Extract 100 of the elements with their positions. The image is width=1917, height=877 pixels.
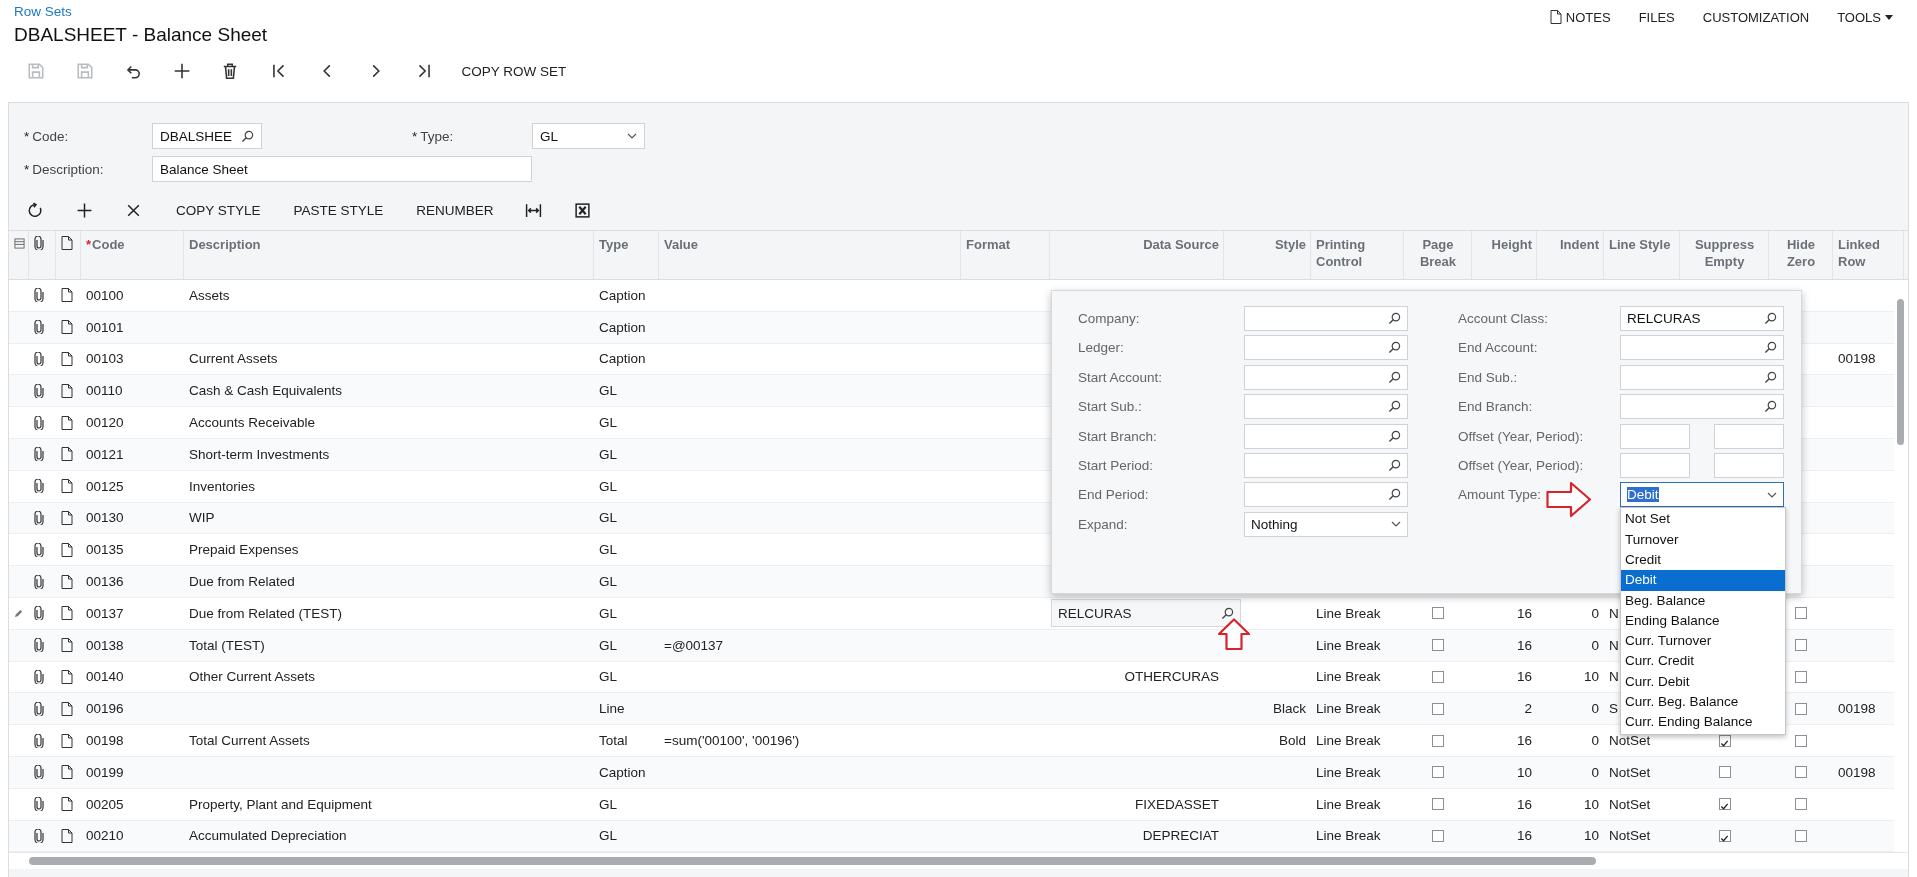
table-cell: =sum('00100', '00196'): [664, 733, 800, 749]
input-field[interactable]: [1620, 452, 1690, 478]
table-cell: 00103: [86, 351, 124, 367]
checkbox[interactable]: [1432, 829, 1444, 842]
column-header[interactable]: Type: [599, 236, 654, 253]
search-icon: [1764, 400, 1777, 414]
lookup-field[interactable]: [1244, 482, 1408, 508]
lookup-field[interactable]: [1620, 364, 1784, 390]
select-field[interactable]: GL: [532, 123, 645, 149]
checkbox[interactable]: [1432, 702, 1444, 715]
paperclip-icon: [34, 320, 44, 335]
checkbox[interactable]: [1795, 702, 1807, 715]
checkbox[interactable]: [1718, 766, 1731, 779]
column-header[interactable]: Style: [1229, 236, 1306, 253]
checkbox[interactable]: [1795, 734, 1807, 747]
checkbox[interactable]: [1432, 766, 1444, 779]
breadcrumb-link[interactable]: Row Sets: [14, 4, 268, 20]
checkbox[interactable]: [1718, 829, 1731, 842]
input-field[interactable]: [1620, 423, 1690, 449]
dropdown-option[interactable]: Beg. Balance: [1621, 590, 1785, 611]
checkbox[interactable]: [1795, 829, 1807, 842]
dropdown-option[interactable]: Debit: [1621, 570, 1785, 591]
lookup-field[interactable]: [1244, 335, 1408, 361]
table-cell: 16: [1516, 637, 1532, 653]
chevron-down-icon: [1767, 491, 1777, 498]
toolbar-button[interactable]: RENUMBER: [408, 196, 502, 224]
dropdown-option[interactable]: Turnover: [1621, 529, 1785, 550]
column-header[interactable]: Height: [1477, 236, 1532, 253]
search-icon: [1388, 341, 1401, 355]
lookup-field[interactable]: [1244, 364, 1408, 390]
toolbar-button[interactable]: CUSTOMIZATION: [1688, 8, 1824, 26]
paperclip-icon: [34, 447, 44, 462]
paperclip-icon: [34, 383, 44, 398]
checkbox[interactable]: [1795, 607, 1807, 620]
dropdown-option[interactable]: Curr. Beg. Balance: [1621, 692, 1785, 713]
lookup-field[interactable]: RELCURAS: [1051, 599, 1241, 628]
checkbox[interactable]: [1432, 734, 1444, 747]
paperclip-icon: [34, 352, 44, 366]
scrollbar-thumb[interactable]: [29, 857, 1596, 865]
input-field[interactable]: [1714, 423, 1784, 449]
lookup-field[interactable]: [1244, 306, 1408, 331]
column-header[interactable]: Page Break: [1409, 236, 1467, 270]
dropdown-option[interactable]: Ending Balance: [1621, 610, 1785, 632]
checkbox[interactable]: [1432, 607, 1444, 620]
lookup-field[interactable]: [1620, 335, 1784, 361]
input-field[interactable]: Balance Sheet: [152, 156, 532, 182]
save-icon: [75, 62, 94, 80]
dropdown-option[interactable]: Curr. Ending Balance: [1621, 712, 1785, 733]
column-header[interactable]: Description: [189, 236, 589, 253]
dropdown-option[interactable]: Not Set: [1621, 509, 1785, 530]
toolbar-button[interactable]: PASTE STYLE: [285, 196, 392, 224]
column-header[interactable]: Linked Row: [1838, 236, 1899, 270]
scrollbar-thumb[interactable]: [1897, 299, 1904, 445]
lookup-field[interactable]: [1244, 452, 1408, 478]
checkbox[interactable]: [1795, 766, 1807, 779]
paperclip-icon: [34, 236, 44, 250]
lookup-field[interactable]: [1244, 394, 1408, 420]
lookup-field[interactable]: [1244, 423, 1408, 449]
column-header[interactable]: Printing Control: [1316, 236, 1399, 270]
dropdown-option[interactable]: Curr. Debit: [1621, 671, 1785, 692]
column-header[interactable]: Data Source: [1055, 236, 1219, 253]
table-cell: Black: [1273, 701, 1306, 717]
column-header[interactable]: Value: [664, 236, 956, 253]
checkbox[interactable]: [1795, 670, 1807, 683]
column-header[interactable]: *Code: [86, 236, 179, 253]
checkbox[interactable]: [1432, 798, 1444, 811]
page-title: DBALSHEET - Balance Sheet: [14, 23, 268, 47]
dropdown-option[interactable]: Curr. Turnover: [1621, 631, 1785, 652]
table-cell: GL: [599, 574, 617, 590]
select-field[interactable]: Nothing: [1244, 511, 1408, 537]
dropdown-option[interactable]: Curr. Credit: [1621, 651, 1785, 672]
checkbox[interactable]: [1795, 639, 1807, 652]
lookup-field[interactable]: [1620, 394, 1784, 420]
table-cell: 00130: [86, 510, 124, 526]
paperclip-icon: [34, 638, 44, 653]
lookup-field[interactable]: RELCURAS: [1620, 306, 1784, 331]
checkbox[interactable]: [1432, 670, 1444, 683]
checkbox[interactable]: [1718, 798, 1731, 811]
table-cell: Due from Related: [189, 574, 295, 590]
lookup-field[interactable]: DBALSHEE: [152, 123, 262, 149]
table-cell: 00198: [1838, 701, 1876, 717]
column-header[interactable]: Hide Zero: [1774, 236, 1828, 270]
checkbox[interactable]: [1432, 639, 1444, 652]
toolbar-button[interactable]: NOTES: [1535, 8, 1625, 26]
paperclip-icon: [34, 288, 44, 303]
checkbox[interactable]: [1795, 798, 1807, 811]
column-header[interactable]: Suppress Empty: [1685, 236, 1764, 270]
input-field[interactable]: [1714, 452, 1784, 478]
document-icon: [61, 447, 73, 462]
menu-button[interactable]: TOOLS: [1823, 8, 1907, 26]
copy-button[interactable]: COPY ROW SET: [457, 57, 571, 85]
table-cell: GL: [599, 478, 617, 494]
column-header[interactable]: Line Style: [1609, 236, 1675, 253]
column-header[interactable]: Format: [966, 236, 1045, 253]
toolbar-button[interactable]: COPY STYLE: [168, 196, 269, 224]
field-label: Account Class:: [1458, 310, 1549, 328]
document-icon: [61, 574, 73, 589]
toolbar-button[interactable]: FILES: [1624, 8, 1689, 26]
column-header[interactable]: Indent: [1542, 236, 1599, 253]
dropdown-option[interactable]: Credit: [1621, 549, 1785, 571]
